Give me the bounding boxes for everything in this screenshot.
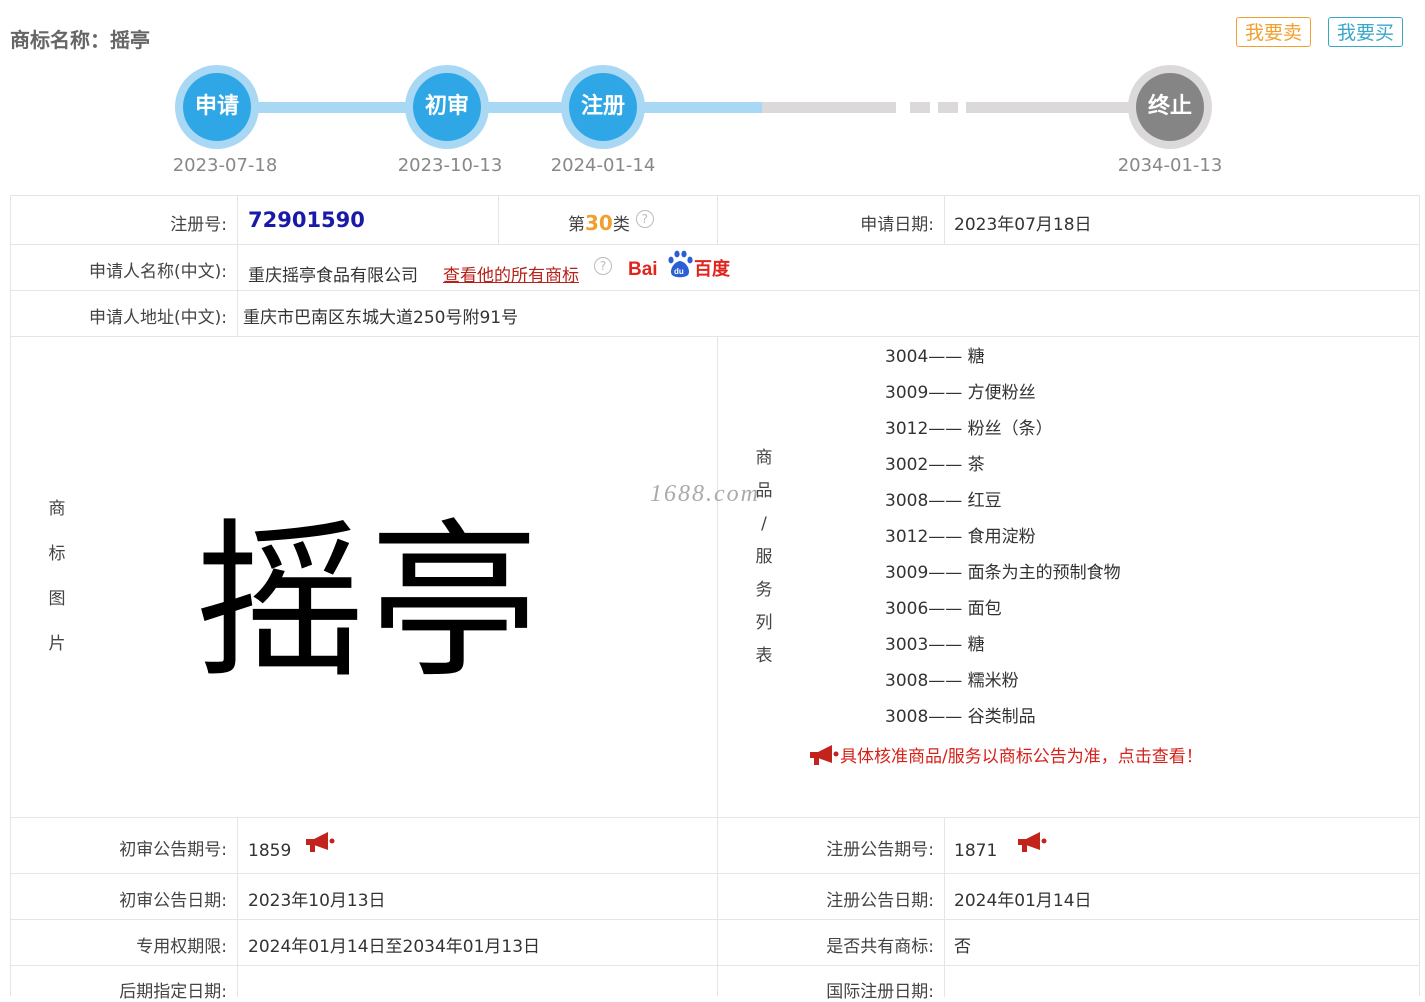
label-char: 商 xyxy=(755,448,773,468)
reg-date-label: 注册公告日期: xyxy=(826,891,934,911)
timeline-node-apply: 申请 xyxy=(175,65,259,149)
timeline-track-complete xyxy=(217,102,762,113)
row-divider xyxy=(10,290,1420,291)
view-all-trademarks-link[interactable]: 查看他的所有商标 xyxy=(443,261,579,286)
timeline-node-label: 申请 xyxy=(183,73,251,141)
timeline-dash xyxy=(910,102,930,113)
goods-item: 3003—— 糖 xyxy=(885,635,985,655)
goods-item: 3008—— 谷类制品 xyxy=(885,707,1036,727)
label-char: 片 xyxy=(48,634,66,654)
goods-item: 3008—— 红豆 xyxy=(885,491,1002,511)
label-char: 服 xyxy=(755,547,773,567)
reg-date: 2024年01月14日 xyxy=(954,891,1092,911)
goods-item: 3006—— 面包 xyxy=(885,599,1002,619)
shared-value: 否 xyxy=(954,937,971,957)
apply-date: 2023年07月18日 xyxy=(954,215,1092,235)
applicant-label: 申请人名称(中文): xyxy=(89,262,227,282)
timeline-dash xyxy=(938,102,958,113)
col-divider xyxy=(1419,196,1420,996)
applicant-name: 重庆摇亭食品有限公司 xyxy=(248,266,418,286)
period-label: 专用权期限: xyxy=(136,937,227,957)
shared-label: 是否共有商标: xyxy=(826,937,934,957)
col-divider xyxy=(237,817,238,997)
megaphone-icon[interactable] xyxy=(1016,830,1048,858)
col-divider xyxy=(237,196,238,336)
class-prefix: 第 xyxy=(568,215,585,235)
col-divider xyxy=(944,196,945,244)
timeline-date: 2023-07-18 xyxy=(172,155,278,176)
timeline-node-label: 初审 xyxy=(413,73,481,141)
prelim-issue: 1859 xyxy=(248,841,292,861)
label-char: 表 xyxy=(755,646,773,666)
sell-button[interactable]: 我要卖 xyxy=(1236,17,1312,47)
row-divider xyxy=(10,965,1420,966)
label-char: 图 xyxy=(48,589,66,609)
label-char: 标 xyxy=(48,544,66,564)
reg-issue-label: 注册公告期号: xyxy=(826,840,934,860)
megaphone-icon xyxy=(808,744,840,771)
timeline-node-expire: 终止 xyxy=(1128,65,1212,149)
help-icon[interactable]: ? xyxy=(635,210,654,228)
apply-date-label: 申请日期: xyxy=(860,215,934,235)
image-section-label: 商 标 图 片 xyxy=(45,498,69,678)
col-divider xyxy=(944,817,945,997)
timeline-node-prelim: 初审 xyxy=(405,65,489,149)
page-title: 商标名称：摇亭 xyxy=(10,28,150,52)
goods-item: 3009—— 面条为主的预制食物 xyxy=(885,563,1121,583)
baidu-logo[interactable]: Bai du 百度 xyxy=(628,246,738,280)
timeline-date: 2034-01-13 xyxy=(1117,155,1223,176)
svg-text:百度: 百度 xyxy=(694,258,731,280)
label-char: 商 xyxy=(48,499,66,519)
row-divider xyxy=(10,919,1420,920)
goods-item: 3012—— 食用淀粉 xyxy=(885,527,1036,547)
label-char: 品 xyxy=(755,481,773,501)
prelim-date: 2023年10月13日 xyxy=(248,891,386,911)
trademark-info-table: 注册号: 72901590 第30类? 申请日期: 2023年07月18日 申请… xyxy=(10,195,1420,1002)
reg-no-label: 注册号: xyxy=(170,215,227,235)
svg-text:Bai: Bai xyxy=(628,259,658,280)
trademark-image: 摇亭 xyxy=(195,504,544,702)
megaphone-icon[interactable] xyxy=(304,830,336,858)
label-char: 列 xyxy=(755,613,773,633)
reg-no: 72901590 xyxy=(248,208,365,232)
svg-text:du: du xyxy=(674,267,684,276)
goods-notice-text: 具体核准商品/服务以商标公告为准，点击查看！ xyxy=(840,747,1203,767)
buy-button[interactable]: 我要买 xyxy=(1328,17,1404,47)
later-date-label: 后期指定日期: xyxy=(119,982,227,1002)
row-divider xyxy=(10,244,1420,245)
goods-item: 3009—— 方便粉丝 xyxy=(885,383,1036,403)
prelim-date-label: 初审公告日期: xyxy=(119,891,227,911)
row-divider xyxy=(10,336,1420,337)
timeline-date: 2023-10-13 xyxy=(397,155,503,176)
goods-item: 3002—— 茶 xyxy=(885,455,985,475)
timeline-track-pending xyxy=(762,102,896,113)
exclusive-period: 2024年01月14日至2034年01月13日 xyxy=(248,937,541,957)
goods-item: 3012—— 粉丝（条） xyxy=(885,419,1053,439)
class-number: 30 xyxy=(585,211,613,235)
applicant-address: 重庆市巴南区东城大道250号附91号 xyxy=(243,308,519,328)
col-divider xyxy=(498,196,499,244)
goods-item: 3004—— 糖 xyxy=(885,347,985,367)
goods-item: 3008—— 糯米粉 xyxy=(885,671,1019,691)
row-divider xyxy=(10,873,1420,874)
help-icon[interactable]: ? xyxy=(594,257,612,275)
watermark: 1688.com xyxy=(650,481,760,507)
timeline-node-label: 终止 xyxy=(1136,73,1204,141)
address-label: 申请人地址(中文): xyxy=(89,308,227,328)
class-suffix: 类 xyxy=(612,215,630,235)
timeline-node-register: 注册 xyxy=(561,65,645,149)
goods-section-label: 商 品 / 服 务 列 表 xyxy=(752,447,776,678)
class-info: 第30类? xyxy=(568,210,654,235)
reg-issue: 1871 xyxy=(954,841,998,861)
prelim-issue-label: 初审公告期号: xyxy=(119,840,227,860)
intl-date-label: 国际注册日期: xyxy=(826,982,934,1002)
goods-list: 3004—— 糖 3009—— 方便粉丝 3012—— 粉丝（条） 3002——… xyxy=(885,346,1121,742)
label-char: / xyxy=(761,514,767,534)
goods-notice-link[interactable]: 具体核准商品/服务以商标公告为准，点击查看！ xyxy=(808,742,1203,771)
label-char: 务 xyxy=(755,580,773,600)
timeline-date: 2024-01-14 xyxy=(550,155,656,176)
row-divider xyxy=(10,817,1420,818)
timeline-node-label: 注册 xyxy=(569,73,637,141)
